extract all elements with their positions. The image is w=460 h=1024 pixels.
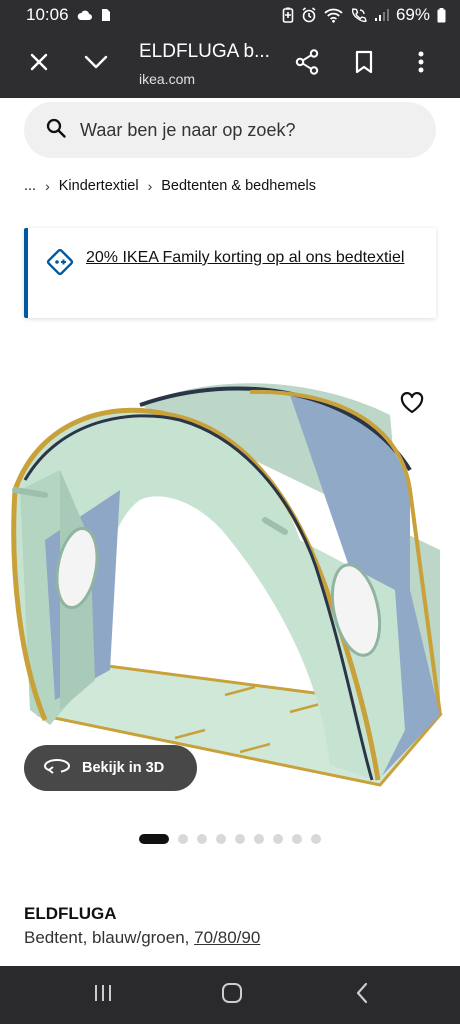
- carousel-dot[interactable]: [311, 834, 321, 844]
- recent-apps-icon: [93, 984, 113, 1007]
- breadcrumb-item-bedtenten[interactable]: Bedtenten & bedhemels: [161, 178, 316, 194]
- family-promo-banner: 20% IKEA Family korting op al ons bedtex…: [24, 228, 436, 318]
- sim-card-icon: [101, 8, 111, 22]
- image-carousel-indicator: [139, 834, 321, 844]
- carousel-dot[interactable]: [254, 834, 264, 844]
- signal-icon: [374, 8, 389, 22]
- browser-toolbar: ELDFLUGA b... ikea.com: [0, 30, 460, 98]
- wifi-call-icon: [350, 7, 367, 23]
- cloud-icon: [77, 9, 93, 21]
- status-time: 10:06: [26, 5, 69, 24]
- battery-percent: 69%: [395, 5, 430, 24]
- price-tag-icon: [46, 248, 74, 276]
- family-promo-link[interactable]: 20% IKEA Family korting op al ons bedtex…: [86, 245, 416, 271]
- view-in-3d-button[interactable]: Bekijk in 3D: [24, 745, 197, 791]
- close-tab-button[interactable]: [19, 44, 59, 84]
- wifi-icon: [324, 8, 343, 23]
- system-navigation-bar: [0, 966, 460, 1024]
- bookmark-icon: [355, 50, 373, 79]
- carousel-dot[interactable]: [273, 834, 283, 844]
- close-icon: [29, 52, 49, 77]
- more-vertical-icon: [418, 51, 424, 78]
- page-title: ELDFLUGA b...: [139, 41, 270, 62]
- chevron-right-icon: ›: [45, 178, 50, 194]
- home-icon: [221, 982, 243, 1009]
- page-domain: ikea.com: [139, 71, 196, 87]
- collapse-button[interactable]: [76, 44, 116, 84]
- tent-illustration: [11, 383, 443, 787]
- product-description-text: Bedtent, blauw/groen,: [24, 928, 195, 947]
- favorite-button[interactable]: [398, 391, 426, 419]
- product-image[interactable]: [0, 340, 460, 810]
- product-description: Bedtent, blauw/groen, 70/80/90: [24, 928, 260, 948]
- battery-saver-icon: [282, 7, 294, 23]
- breadcrumb: ... › Kindertextiel › Bedtenten & bedhem…: [24, 178, 316, 194]
- rotate-3d-icon: [43, 757, 71, 779]
- carousel-dot[interactable]: [292, 834, 302, 844]
- back-button[interactable]: [342, 980, 382, 1010]
- heart-icon: [400, 391, 424, 419]
- carousel-dot[interactable]: [178, 834, 188, 844]
- bookmark-button[interactable]: [344, 44, 384, 84]
- carousel-dot[interactable]: [197, 834, 207, 844]
- battery-icon: [437, 7, 446, 23]
- breadcrumb-item-kindertextiel[interactable]: Kindertextiel: [59, 178, 139, 194]
- chevron-right-icon: ›: [147, 178, 153, 194]
- view-in-3d-label: Bekijk in 3D: [82, 760, 165, 776]
- home-button[interactable]: [212, 980, 252, 1010]
- share-icon: [295, 48, 319, 80]
- search-placeholder: Waar ben je naar op zoek?: [80, 119, 296, 140]
- search-input[interactable]: Waar ben je naar op zoek?: [24, 102, 436, 158]
- recent-apps-button[interactable]: [83, 980, 123, 1010]
- share-button[interactable]: [287, 44, 327, 84]
- back-icon: [355, 982, 369, 1009]
- status-bar: 10:06 69%: [0, 0, 460, 30]
- carousel-dot[interactable]: [139, 834, 169, 844]
- chevron-down-icon: [84, 55, 108, 74]
- product-name: ELDFLUGA: [24, 904, 117, 923]
- carousel-dot[interactable]: [235, 834, 245, 844]
- product-size-link[interactable]: 70/80/90: [194, 928, 260, 947]
- breadcrumb-ellipsis[interactable]: ...: [24, 178, 36, 194]
- search-icon: [46, 118, 66, 143]
- more-options-button[interactable]: [401, 44, 441, 84]
- carousel-dot[interactable]: [216, 834, 226, 844]
- alarm-icon: [301, 7, 317, 23]
